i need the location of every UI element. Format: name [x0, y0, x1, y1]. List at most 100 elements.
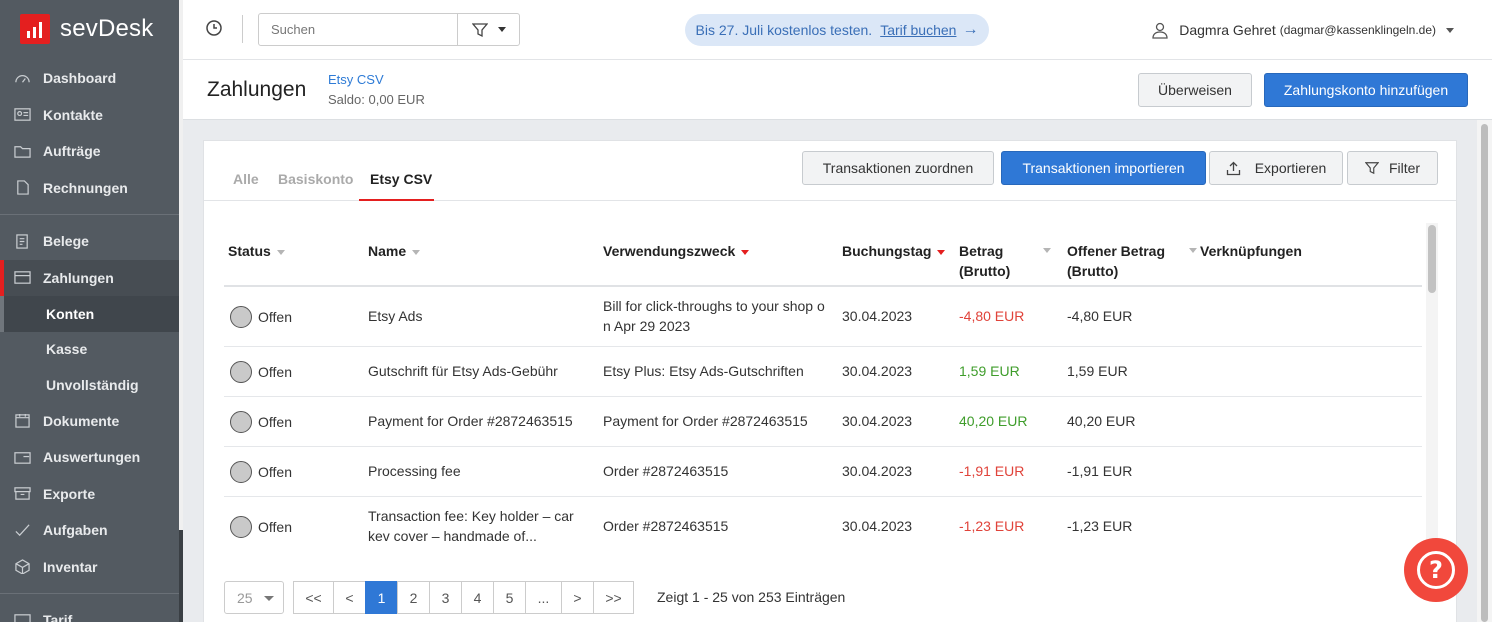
- trial-banner: Bis 27. Juli kostenlos testen. Tarif buc…: [685, 14, 989, 46]
- row-date: 30.04.2023: [842, 363, 913, 379]
- column-betrag[interactable]: Betrag (Brutto): [959, 241, 1051, 281]
- table-scrollbar[interactable]: [1426, 223, 1438, 553]
- sort-icon: [1189, 248, 1197, 253]
- tab-etsy-csv[interactable]: Etsy CSV: [370, 171, 432, 187]
- search-filter-button[interactable]: [457, 14, 519, 45]
- row-purpose: Payment for Order #2872463515: [603, 413, 808, 429]
- page-size-select[interactable]: 25: [224, 581, 284, 614]
- page-scrollbar-thumb[interactable]: [1481, 124, 1488, 622]
- search-box: [258, 13, 520, 46]
- logo[interactable]: sevDesk: [0, 0, 179, 58]
- user-menu[interactable]: Dagmra Gehret (dagmar@kassenklingeln.de): [1151, 21, 1454, 39]
- row-open-amount: 1,59 EUR: [1067, 363, 1128, 379]
- page-next-button[interactable]: >: [561, 581, 594, 614]
- calendar-doc-icon: [12, 413, 32, 429]
- sidebar-item-dashboard[interactable]: Dashboard: [0, 60, 179, 97]
- page-ellipsis: ...: [525, 581, 562, 614]
- sidebar-item-label: Aufträge: [43, 143, 101, 160]
- sidebar-item-dokumente[interactable]: Dokumente: [0, 403, 179, 440]
- sidebar-subitem-unvollstaendig[interactable]: Unvollständig: [0, 367, 179, 403]
- sidebar-subitem-kasse[interactable]: Kasse: [0, 332, 179, 368]
- clock-icon[interactable]: [205, 19, 223, 37]
- sidebar-subitem-konten[interactable]: Konten: [0, 296, 179, 332]
- document-icon: [12, 180, 32, 196]
- tab-basiskonto[interactable]: Basiskonto: [278, 171, 353, 187]
- table-row[interactable]: Offen Transaction fee: Key holder – car …: [224, 497, 1422, 557]
- page-button-3[interactable]: 3: [429, 581, 462, 614]
- credit-card-icon: [12, 270, 32, 286]
- sidebar-item-rechnungen[interactable]: Rechnungen: [0, 170, 179, 207]
- table-row[interactable]: Offen Processing fee Order #2872463515 3…: [224, 447, 1422, 497]
- table-row[interactable]: Offen Etsy Ads Bill for click-throughs t…: [224, 287, 1422, 347]
- add-payment-account-button[interactable]: Zahlungskonto hinzufügen: [1264, 73, 1468, 107]
- sidebar-item-auftraege[interactable]: Aufträge: [0, 133, 179, 170]
- page-button-4[interactable]: 4: [461, 581, 494, 614]
- upload-icon: [1226, 161, 1240, 175]
- transactions-card: Alle Basiskonto Etsy CSV Transaktionen z…: [203, 140, 1457, 622]
- pagination-info: Zeigt 1 - 25 von 253 Einträgen: [657, 589, 846, 605]
- logo-text: sevDesk: [60, 15, 154, 42]
- sidebar-item-belege[interactable]: Belege: [0, 223, 179, 260]
- sidebar-item-label: Dashboard: [43, 70, 117, 87]
- row-name: Transaction fee: Key holder – car kev co…: [368, 508, 574, 544]
- status-text: Offen: [258, 414, 292, 430]
- filter-label: Filter: [1388, 160, 1421, 176]
- tab-alle[interactable]: Alle: [233, 171, 259, 187]
- page-scrollbar[interactable]: [1477, 120, 1492, 622]
- transactions-table: Status Name Verwendungszweck Buchungstag…: [224, 221, 1422, 557]
- status-circle-icon[interactable]: [230, 411, 252, 433]
- row-name: Processing fee: [368, 463, 461, 479]
- status-circle-icon[interactable]: [230, 461, 252, 483]
- pagination: << < 1 2 3 4 5 ... > >>: [293, 581, 634, 614]
- receipt-icon: [12, 233, 32, 249]
- export-button[interactable]: Exportieren: [1209, 151, 1343, 185]
- user-name: Dagmra Gehret: [1179, 22, 1276, 38]
- status-circle-icon[interactable]: [230, 306, 252, 328]
- page-first-button[interactable]: <<: [293, 581, 334, 614]
- page-button-1[interactable]: 1: [365, 581, 398, 614]
- help-button[interactable]: ?: [1404, 538, 1468, 602]
- ueberweisen-button[interactable]: Überweisen: [1138, 73, 1252, 107]
- contact-card-icon: [12, 107, 32, 123]
- sidebar-item-auswertungen[interactable]: Auswertungen: [0, 439, 179, 476]
- tabs: Alle Basiskonto Etsy CSV Transaktionen z…: [204, 141, 1456, 201]
- column-name[interactable]: Name: [368, 241, 421, 261]
- sidebar-item-kontakte[interactable]: Kontakte: [0, 97, 179, 134]
- sidebar-item-tarif[interactable]: Tarif: [0, 602, 179, 622]
- status-circle-icon[interactable]: [230, 361, 252, 383]
- table-row[interactable]: Offen Payment for Order #2872463515 Paym…: [224, 397, 1422, 447]
- status-text: Offen: [258, 309, 292, 325]
- sidebar-item-aufgaben[interactable]: Aufgaben: [0, 512, 179, 549]
- assign-transactions-button[interactable]: Transaktionen zuordnen: [802, 151, 994, 185]
- sidebar-item-exporte[interactable]: Exporte: [0, 476, 179, 513]
- row-amount: -1,91 EUR: [959, 463, 1025, 479]
- tarif-buchen-link[interactable]: Tarif buchen: [880, 22, 956, 38]
- status-circle-icon[interactable]: [230, 516, 252, 538]
- sidebar-item-inventar[interactable]: Inventar: [0, 549, 179, 586]
- search-input[interactable]: [259, 14, 457, 45]
- column-buchungstag[interactable]: Buchungstag: [842, 241, 946, 261]
- arrow-right-icon[interactable]: →: [962, 21, 978, 39]
- speedometer-icon: [12, 70, 32, 86]
- account-name-link[interactable]: Etsy CSV: [328, 72, 384, 87]
- row-amount: -1,23 EUR: [959, 518, 1025, 534]
- import-transactions-button[interactable]: Transaktionen importieren: [1001, 151, 1206, 185]
- filter-button[interactable]: Filter: [1347, 151, 1438, 185]
- column-offener-betrag[interactable]: Offener Betrag (Brutto): [1067, 241, 1197, 281]
- page-button-5[interactable]: 5: [493, 581, 526, 614]
- page-button-2[interactable]: 2: [397, 581, 430, 614]
- sidebar-item-label: Aufgaben: [43, 522, 108, 539]
- row-amount: 1,59 EUR: [959, 363, 1020, 379]
- row-name: Gutschrift für Etsy Ads-Gebühr: [368, 363, 558, 379]
- column-status[interactable]: Status: [228, 241, 285, 261]
- table-row[interactable]: Offen Gutschrift für Etsy Ads-Gebühr Ets…: [224, 347, 1422, 397]
- row-amount: -4,80 EUR: [959, 308, 1025, 324]
- page-last-button[interactable]: >>: [593, 581, 634, 614]
- sidebar-item-label: Tarif: [43, 612, 73, 622]
- table-scrollbar-thumb[interactable]: [1428, 225, 1436, 293]
- column-verwendungszweck[interactable]: Verwendungszweck: [603, 241, 750, 261]
- page-prev-button[interactable]: <: [333, 581, 366, 614]
- table-header: Status Name Verwendungszweck Buchungstag…: [224, 221, 1422, 287]
- sidebar-item-zahlungen[interactable]: Zahlungen: [0, 259, 179, 296]
- sort-icon: [1043, 248, 1051, 253]
